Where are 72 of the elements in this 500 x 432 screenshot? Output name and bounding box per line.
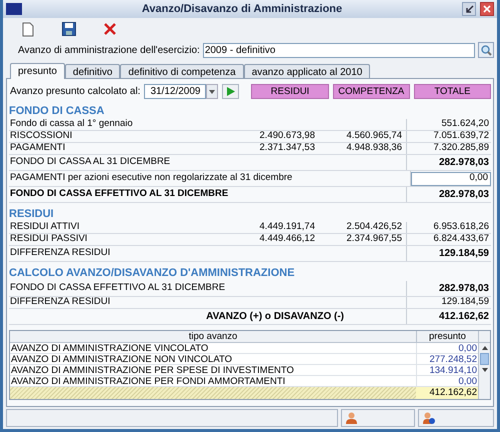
competenza-value: 2.374.967,55 xyxy=(346,232,403,246)
scrollbar[interactable] xyxy=(478,343,490,399)
totale-value: 129.184,59 xyxy=(438,247,490,261)
new-document-icon[interactable] xyxy=(22,22,34,36)
section-heading: RESIDUI xyxy=(9,207,55,222)
tab[interactable]: presunto xyxy=(10,63,65,79)
delete-icon[interactable] xyxy=(104,23,116,35)
date-label: Avanzo presunto calcolato al: xyxy=(9,84,140,98)
residui-value: 2.490.673,98 xyxy=(258,129,316,143)
result-value: 412.162,62 xyxy=(406,309,491,324)
window-title: Avanzo/Disavanzo di Amministrazione xyxy=(140,2,344,17)
competenza-value: 4.948.938,36 xyxy=(346,141,403,156)
result-label: AVANZO (+) o DISAVANZO (-) xyxy=(205,310,345,324)
residui-value: 2.371.347,53 xyxy=(258,141,316,156)
table-header: tipo avanzo xyxy=(188,331,238,342)
section-heading: FONDO DI CASSA xyxy=(9,104,106,119)
competenza-value: 4.560.965,74 xyxy=(346,129,403,143)
amount-input[interactable]: 0,00 xyxy=(411,172,491,186)
totale-value: 7.051.639,72 xyxy=(434,129,490,143)
totale-value: 6.953.618,26 xyxy=(434,220,490,234)
restore-button[interactable] xyxy=(462,2,476,16)
table-cell-text: AVANZO DI AMMINISTRAZIONE NON VINCOLATO xyxy=(10,354,233,364)
tab[interactable]: definitivo xyxy=(64,64,120,78)
exercise-field[interactable]: 2009 - definitivo xyxy=(202,42,475,58)
row-label: RESIDUI PASSIVI xyxy=(9,232,88,246)
user-info-icon xyxy=(423,412,435,424)
play-icon xyxy=(226,86,235,96)
totale-value: 129.184,59 xyxy=(441,295,490,310)
residui-value: 4.449.191,74 xyxy=(258,220,316,234)
table-cell-text: AVANZO DI AMMINISTRAZIONE VINCOLATO xyxy=(10,343,210,353)
close-button[interactable] xyxy=(480,2,494,16)
run-button[interactable] xyxy=(222,84,240,98)
row-label: FONDO DI CASSA AL 31 DICEMBRE xyxy=(9,155,172,170)
row-label: DIFFERENZA RESIDUI xyxy=(9,295,112,310)
totale-value: 282.978,03 xyxy=(438,188,490,202)
section-heading: CALCOLO AVANZO/DISAVANZO D'AMMINISTRAZIONE xyxy=(9,266,296,281)
date-field[interactable]: 31/12/2009 xyxy=(144,84,218,98)
competenza-value: 2.504.426,52 xyxy=(346,220,403,234)
totale-value: 282.978,03 xyxy=(438,156,490,170)
row-label: DIFFERENZA RESIDUI xyxy=(9,246,112,260)
close-icon xyxy=(483,5,491,13)
table-cell-text: AVANZO DI AMMINISTRAZIONE PER FONDI AMMORTAMENTI xyxy=(10,376,286,386)
row-label: PAGAMENTI xyxy=(9,141,66,156)
totale-value: 6.824.433,67 xyxy=(434,232,490,246)
column-header: COMPETENZA xyxy=(332,84,410,98)
app-flag-icon xyxy=(6,3,22,15)
column-header: RESIDUI xyxy=(251,84,329,98)
row-label: RISCOSSIONI xyxy=(9,129,74,143)
save-icon[interactable] xyxy=(62,22,76,36)
row-label: FONDO DI CASSA EFFETTIVO AL 31 DICEMBRE xyxy=(9,187,230,202)
column-header: TOTALE xyxy=(414,84,491,98)
row-label: PAGAMENTI per azioni esecutive non regolarizzate al 31 dicembre xyxy=(9,171,292,186)
tab[interactable]: definitivo di competenza xyxy=(120,64,244,78)
row-label: Fondo di cassa al 1° gennaio xyxy=(9,117,134,131)
search-icon xyxy=(480,44,492,56)
totale-value: 551.624,20 xyxy=(441,117,490,131)
restore-arrow-icon xyxy=(464,4,474,14)
totale-value: 7.320.285,89 xyxy=(434,141,490,156)
scroll-thumb[interactable] xyxy=(480,353,489,365)
user-icon xyxy=(346,412,357,424)
dropdown-caret-icon[interactable] xyxy=(206,84,218,98)
row-label: FONDO DI CASSA EFFETTIVO AL 31 DICEMBRE xyxy=(9,281,226,296)
table-header: presunto xyxy=(416,331,478,342)
date-value: 31/12/2009 xyxy=(144,84,206,98)
field-label: Avanzo di amministrazione dell'esercizio: xyxy=(18,44,200,58)
table-total: 412.162,62 xyxy=(416,387,478,399)
tab[interactable]: avanzo applicato al 2010 xyxy=(244,64,370,78)
table-cell-text: AVANZO DI AMMINISTRAZIONE PER SPESE DI INVESTIMENTO xyxy=(10,365,295,375)
search-button[interactable] xyxy=(478,42,494,58)
residui-value: 4.449.466,12 xyxy=(258,232,316,246)
row-label: RESIDUI ATTIVI xyxy=(9,220,81,234)
totale-value: 282.978,03 xyxy=(438,282,490,296)
